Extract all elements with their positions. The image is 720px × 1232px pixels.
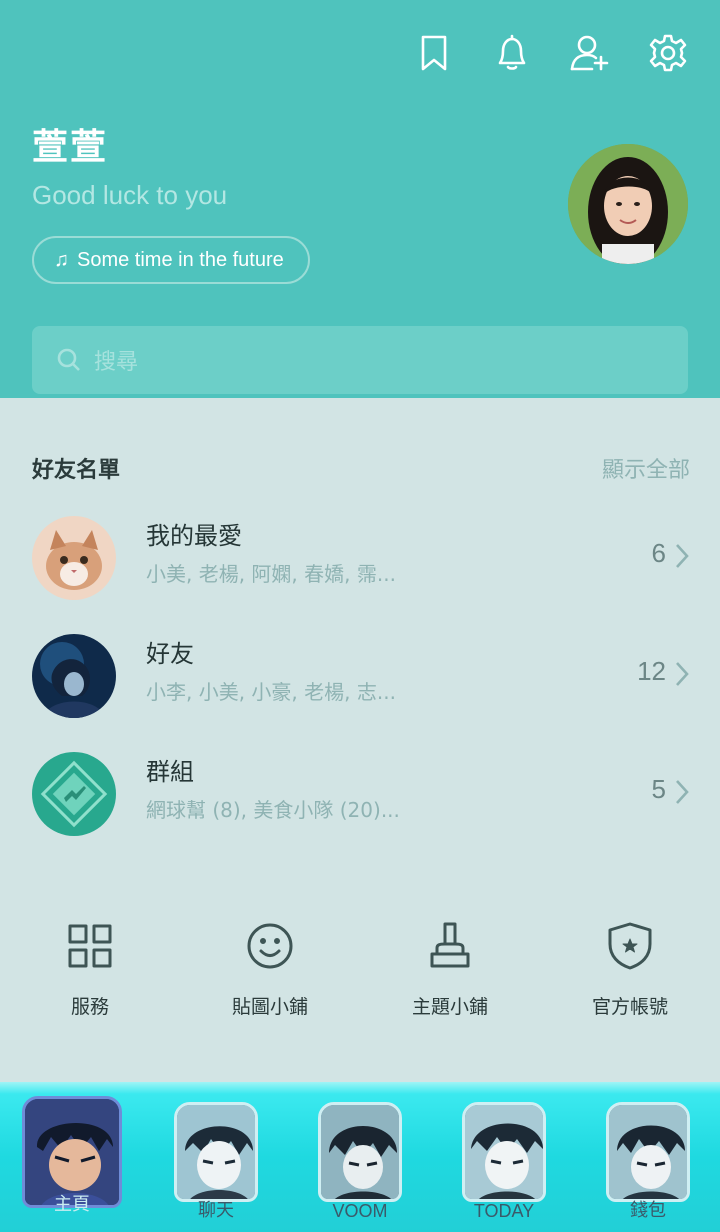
chevron-right-icon: [674, 778, 690, 806]
chevron-right-icon: [674, 660, 690, 688]
tab-label: TODAY: [473, 1201, 535, 1221]
tab-voom[interactable]: VOOM: [310, 1102, 410, 1228]
friends-section-title: 好友名單: [32, 458, 121, 483]
friends-thumbnail: [32, 634, 116, 718]
tab-label: VOOM: [332, 1201, 388, 1221]
music-label: Some time in the future: [77, 248, 284, 271]
profile-music-button[interactable]: ♫ Some time in the future: [32, 236, 310, 284]
bottom-tab-bar: 主頁 聊天 VOOM TODAY 錢包: [0, 1082, 720, 1232]
tab-today[interactable]: TODAY: [454, 1102, 554, 1228]
profile-name[interactable]: 萱萱: [32, 118, 108, 170]
services-row: 服務 貼圖小鋪 主題小鋪 官方帳號: [0, 920, 720, 1040]
chevron-right-icon: [674, 542, 690, 570]
service-label: 官方帳號: [591, 996, 668, 1018]
tab-home[interactable]: 主頁: [22, 1096, 122, 1222]
search-placeholder: 搜尋: [94, 350, 139, 375]
sticker-shop-button[interactable]: 貼圖小鋪: [180, 920, 360, 1019]
wallet-tab-icon: [606, 1102, 690, 1202]
list-item-count: 12: [637, 656, 666, 686]
tab-label: 聊天: [198, 1200, 234, 1220]
favorites-thumbnail: [32, 516, 116, 600]
services-button[interactable]: 服務: [0, 920, 180, 1019]
tab-label: 主頁: [54, 1194, 90, 1214]
list-item-favorites[interactable]: 我的最愛 小美, 老楊, 阿嫻, 春嬌, 霈... 6: [0, 508, 720, 608]
today-tab-icon: [462, 1102, 546, 1202]
voom-tab-icon: [318, 1102, 402, 1202]
music-note-icon: ♫: [54, 248, 69, 271]
list-item-title: 好友: [146, 640, 194, 668]
grid-icon: [68, 924, 112, 968]
official-accounts-button[interactable]: 官方帳號: [540, 920, 720, 1019]
tab-chat[interactable]: 聊天: [166, 1102, 266, 1228]
profile-header: 萱萱 Good luck to you ♫ Some time in the f…: [0, 0, 720, 398]
list-item-count: 5: [651, 774, 666, 804]
service-label: 主題小鋪: [411, 996, 488, 1018]
theme-shop-button[interactable]: 主題小鋪: [360, 920, 540, 1019]
service-label: 貼圖小鋪: [231, 996, 308, 1018]
list-item-subtitle: 小李, 小美, 小豪, 老楊, 志...: [146, 680, 396, 704]
bell-icon[interactable]: [492, 30, 532, 76]
chat-tab-icon: [174, 1102, 258, 1202]
tab-label: 錢包: [630, 1200, 666, 1220]
list-item-title: 群組: [146, 758, 194, 786]
list-item-subtitle: 網球幫 (8), 美食小隊 (20)...: [146, 798, 400, 822]
search-input[interactable]: 搜尋: [32, 326, 688, 394]
search-icon: [57, 348, 80, 371]
service-label: 服務: [70, 996, 109, 1018]
list-item-friends[interactable]: 好友 小李, 小美, 小豪, 老楊, 志... 12: [0, 626, 720, 726]
groups-thumbnail: [32, 752, 116, 836]
shield-star-icon: [608, 922, 652, 970]
bookmark-icon[interactable]: [414, 30, 454, 76]
list-item-groups[interactable]: 群組 網球幫 (8), 美食小隊 (20)... 5: [0, 744, 720, 844]
show-all-link[interactable]: 顯示全部: [602, 452, 690, 484]
brush-icon: [430, 922, 470, 968]
list-item-subtitle: 小美, 老楊, 阿嫻, 春嬌, 霈...: [146, 562, 396, 586]
tab-wallet[interactable]: 錢包: [598, 1102, 698, 1228]
gear-icon[interactable]: [648, 30, 688, 76]
list-item-count: 6: [651, 538, 666, 568]
add-friend-icon[interactable]: [570, 30, 610, 76]
list-item-title: 我的最愛: [146, 522, 242, 550]
status-message[interactable]: Good luck to you: [32, 180, 227, 211]
smiley-icon: [247, 923, 293, 969]
avatar[interactable]: [568, 144, 688, 264]
header-toolbar: [414, 30, 688, 76]
